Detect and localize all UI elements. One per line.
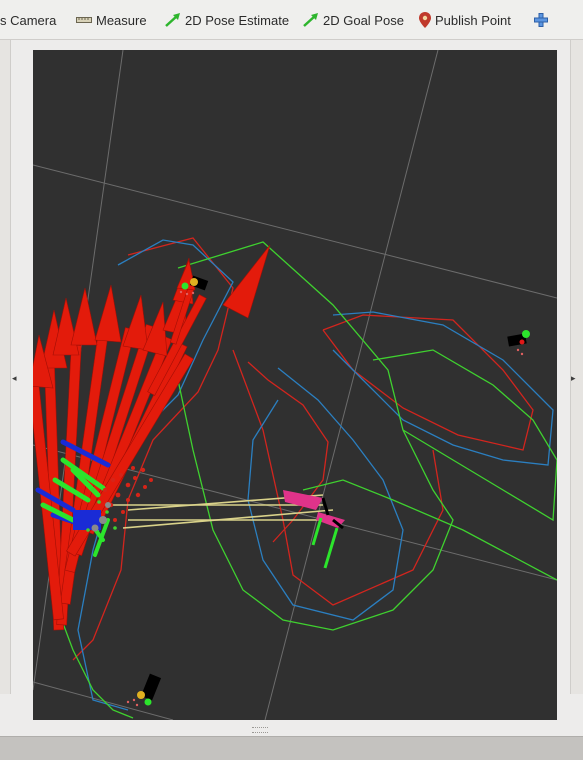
- tools-toolbar: s Camera Measure 2D Pose Estimate 2D Goa…: [0, 0, 583, 40]
- goal-pose-label: 2D Goal Pose: [323, 12, 404, 28]
- publish-point-label: Publish Point: [435, 12, 511, 28]
- move-camera-tool[interactable]: s Camera: [0, 10, 56, 30]
- left-collapse-panel[interactable]: [0, 40, 11, 694]
- splitter-grip[interactable]: [252, 727, 268, 733]
- move-camera-label: s Camera: [0, 12, 57, 28]
- ruler-icon: [76, 15, 92, 25]
- pose-estimate-label: 2D Pose Estimate: [185, 12, 290, 28]
- path-green: [57, 241, 557, 719]
- robot-marker-bottom: [126, 673, 162, 707]
- robot-marker-right: [507, 330, 530, 356]
- measure-label: Measure: [96, 12, 147, 28]
- publish-point-tool[interactable]: Publish Point: [419, 10, 511, 30]
- add-tool-button[interactable]: [534, 10, 552, 30]
- goal-pose-arrow-icon: [303, 13, 319, 27]
- status-bar: [0, 736, 583, 760]
- collapse-right-arrow-icon[interactable]: ▸: [571, 374, 576, 384]
- map-pin-icon: [419, 12, 431, 28]
- collapse-left-arrow-icon[interactable]: ◂: [12, 374, 17, 384]
- pose-estimate-arrow-icon: [165, 13, 181, 27]
- particle-arrow: [33, 334, 64, 621]
- 3d-render-viewport[interactable]: [33, 50, 557, 720]
- pose-estimate-tool[interactable]: 2D Pose Estimate: [165, 10, 289, 30]
- plus-icon: [534, 13, 548, 27]
- scene-canvas: [33, 50, 557, 720]
- right-collapse-panel[interactable]: [570, 40, 583, 694]
- measure-tool[interactable]: Measure: [76, 10, 147, 30]
- goal-pose-tool[interactable]: 2D Goal Pose: [303, 10, 404, 30]
